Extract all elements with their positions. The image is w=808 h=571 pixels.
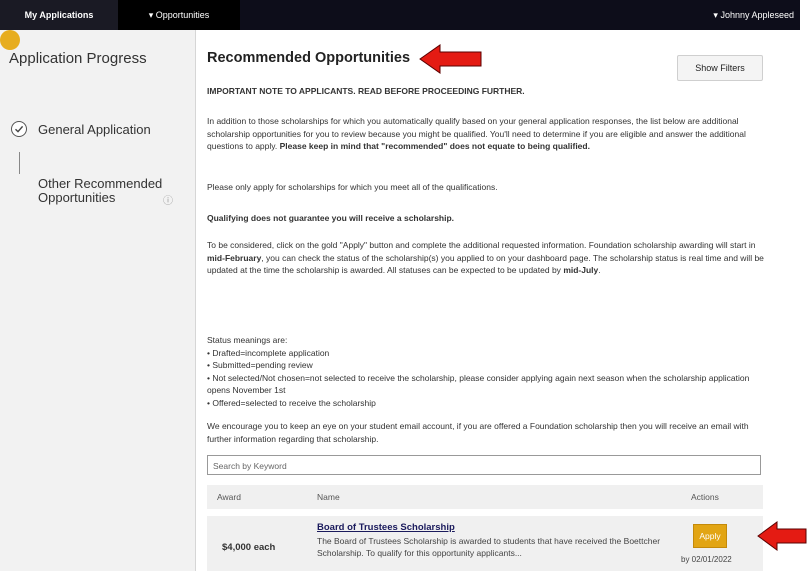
top-nav-bar: My Applications ▾ Opportunities ▾ Johnny…: [0, 0, 800, 30]
arrow-icon: [757, 521, 807, 551]
tab-opportunities[interactable]: ▾ Opportunities: [118, 0, 240, 30]
apply-button[interactable]: Apply: [693, 524, 727, 548]
arrow-icon: [419, 44, 482, 74]
consideration-paragraph: To be considered, click on the gold "App…: [207, 240, 764, 275]
show-filters-button[interactable]: Show Filters: [677, 55, 763, 81]
tab-my-applications[interactable]: My Applications: [0, 0, 118, 30]
user-menu[interactable]: ▾ Johnny Appleseed: [713, 0, 794, 30]
qualifying-note: Qualifying does not guarantee you will r…: [207, 213, 455, 223]
table-header: Award Name Actions: [207, 485, 763, 509]
current-step-icon: [0, 30, 20, 50]
info-icon[interactable]: ⓘ: [163, 192, 173, 207]
scholarship-description: The Board of Trustees Scholarship is awa…: [317, 536, 661, 558]
apply-note: Please only apply for scholarships for w…: [207, 182, 498, 192]
header-name: Name: [317, 492, 340, 502]
search-input[interactable]: Search by Keyword: [207, 455, 761, 475]
step-general-application[interactable]: General Application: [38, 123, 151, 137]
award-amount: $4,000 each: [222, 542, 276, 553]
check-icon: [11, 121, 27, 137]
header-actions: Actions: [691, 492, 719, 502]
page-title: Recommended Opportunities: [207, 50, 411, 66]
intro-paragraph: In addition to those scholarships for wh…: [207, 116, 746, 151]
sidebar: Application Progress General Application…: [0, 30, 196, 571]
step-connector: [19, 152, 20, 174]
sidebar-title: Application Progress: [9, 50, 147, 67]
main-content: Recommended Opportunities Show Filters I…: [196, 30, 776, 571]
status-meanings: Status meanings are: • Drafted=incomplet…: [207, 335, 750, 408]
deadline: by 02/01/2022: [681, 555, 732, 564]
email-note: We encourage you to keep an eye on your …: [207, 421, 749, 444]
table-row: $4,000 each Board of Trustees Scholarshi…: [207, 516, 763, 571]
header-award: Award: [217, 492, 241, 502]
important-note: IMPORTANT NOTE TO APPLICANTS. READ BEFOR…: [207, 86, 525, 96]
step-other-recommended[interactable]: Other Recommended Opportunities: [38, 177, 168, 205]
scholarship-name-link[interactable]: Board of Trustees Scholarship: [317, 522, 455, 533]
